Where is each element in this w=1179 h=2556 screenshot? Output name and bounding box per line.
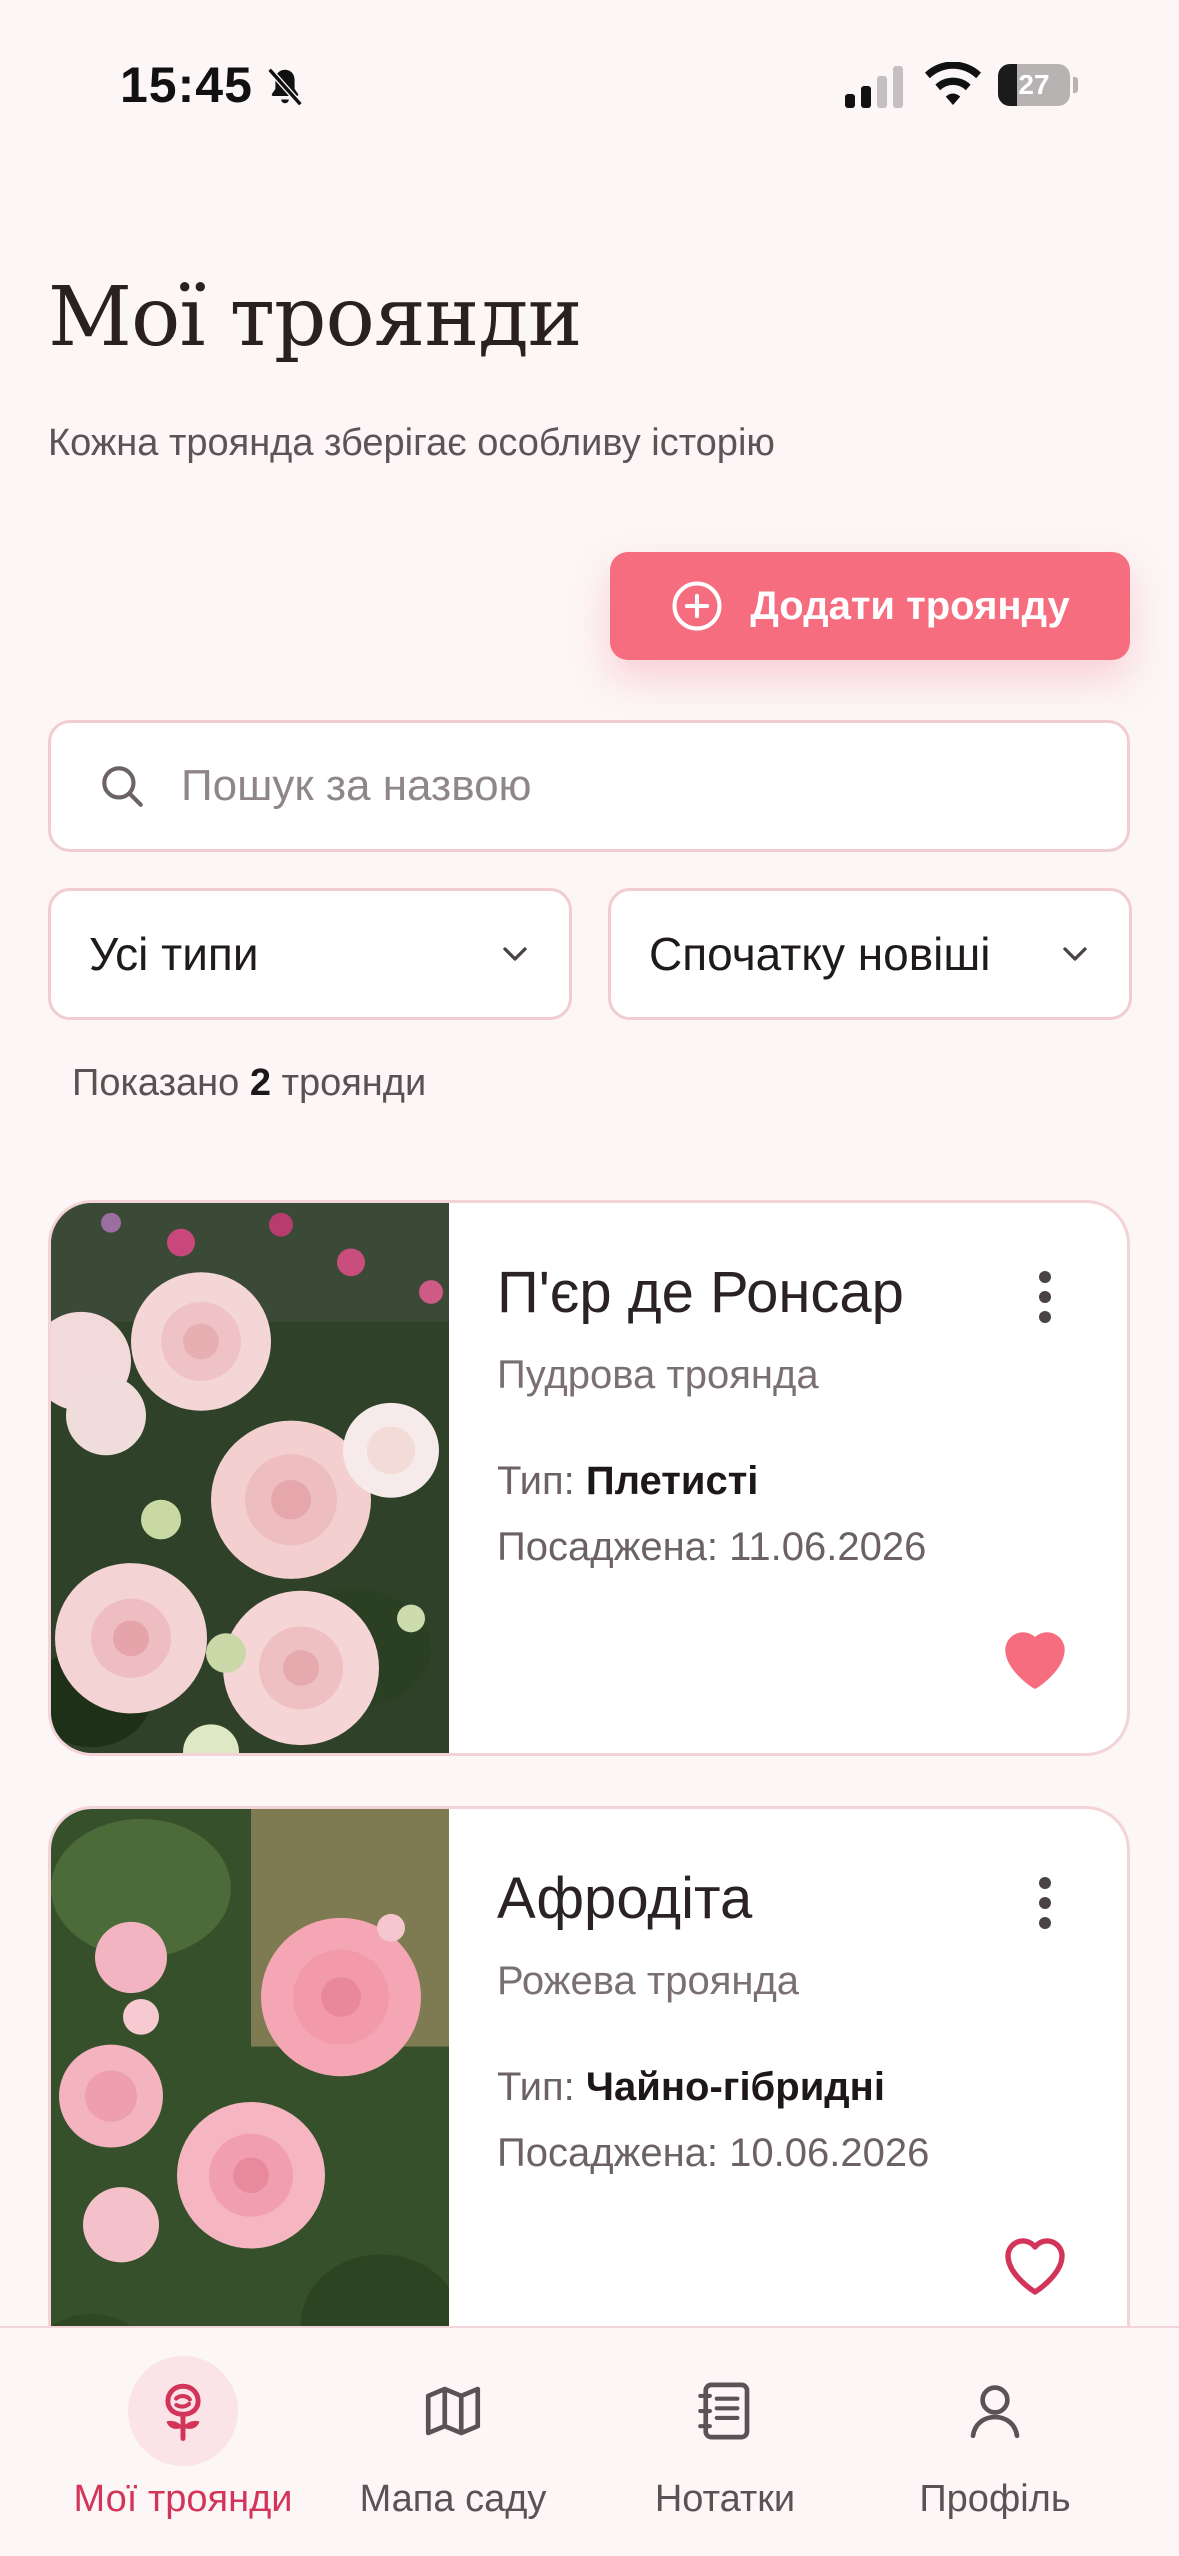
add-rose-button[interactable]: Додати троянду xyxy=(610,552,1130,660)
page-title: Мої троянди xyxy=(48,270,582,365)
rose-variety: Пудрова троянда xyxy=(497,1353,819,1397)
nav-label: Мапа саду xyxy=(359,2478,547,2520)
bottom-nav: Мої троянди Мапа саду Нотатки Профіль xyxy=(0,2326,1179,2556)
result-count: Показано 2 троянди xyxy=(72,1062,426,1105)
heart-icon[interactable] xyxy=(999,1623,1071,1689)
nav-label: Нотатки xyxy=(654,2478,796,2520)
nav-item-garden-map[interactable]: Мапа саду xyxy=(308,2328,598,2556)
rose-planted-date: Посаджена: 10.06.2026 xyxy=(497,2131,930,2175)
rose-name: Афродіта xyxy=(497,1866,753,1931)
sort-select[interactable]: Спочатку новіші xyxy=(608,888,1132,1020)
rose-type-label: Тип: xyxy=(497,1459,575,1503)
battery-icon: 27 xyxy=(998,64,1078,106)
rose-photo xyxy=(51,1809,449,2393)
rose-type-value: Чайно-гібридні xyxy=(585,2065,885,2109)
heart-icon[interactable] xyxy=(999,2229,1071,2295)
nav-item-notes[interactable]: Нотатки xyxy=(580,2328,870,2556)
rose-card[interactable]: П'єр де Ронсар Пудрова троянда Тип: Плет… xyxy=(48,1200,1130,1756)
notebook-icon xyxy=(698,2382,750,2440)
signal-icon xyxy=(845,66,903,108)
rose-planted-date: Посаджена: 11.06.2026 xyxy=(497,1525,927,1569)
rose-card[interactable]: Афродіта Рожева троянда Тип: Чайно-гібри… xyxy=(48,1806,1130,2396)
bell-off-icon xyxy=(267,67,303,107)
rose-type: Тип: Плетисті xyxy=(497,1459,758,1504)
search-box[interactable] xyxy=(48,720,1130,852)
user-icon xyxy=(970,2385,1020,2439)
rose-icon xyxy=(165,2383,201,2441)
plus-circle-icon xyxy=(672,581,722,631)
result-suffix: троянди xyxy=(281,1062,427,1104)
battery-level: 27 xyxy=(1018,69,1050,100)
more-vertical-icon[interactable] xyxy=(1025,1873,1065,1933)
search-icon xyxy=(102,766,143,807)
add-rose-label: Додати троянду xyxy=(750,583,1070,628)
nav-label: Мої троянди xyxy=(73,2478,293,2520)
nav-item-my-roses[interactable]: Мої троянди xyxy=(38,2328,328,2556)
result-number: 2 xyxy=(249,1062,271,1104)
chevron-down-icon xyxy=(1063,947,1087,961)
type-filter-select[interactable]: Усі типи xyxy=(48,888,572,1020)
rose-name: П'єр де Ронсар xyxy=(497,1260,904,1325)
type-filter-value: Усі типи xyxy=(89,928,259,980)
sort-value: Спочатку новіші xyxy=(649,928,991,980)
nav-item-profile[interactable]: Профіль xyxy=(850,2328,1140,2556)
rose-variety: Рожева троянда xyxy=(497,1959,800,2003)
rose-type-value: Плетисті xyxy=(585,1459,759,1503)
nav-label: Профіль xyxy=(919,2478,1071,2520)
rose-photo xyxy=(51,1203,449,1753)
more-vertical-icon[interactable] xyxy=(1025,1267,1065,1327)
wifi-icon xyxy=(925,62,981,105)
status-bar: 15:45 27 xyxy=(0,0,1179,170)
search-input[interactable] xyxy=(181,761,1081,811)
rose-type: Тип: Чайно-гібридні xyxy=(497,2065,885,2110)
map-icon xyxy=(425,2386,481,2436)
chevron-down-icon xyxy=(503,947,527,961)
rose-type-label: Тип: xyxy=(497,2065,575,2109)
status-time: 15:45 xyxy=(120,57,253,113)
page-subtitle: Кожна троянда зберігає особливу історію xyxy=(48,422,775,464)
result-prefix: Показано xyxy=(72,1062,240,1104)
